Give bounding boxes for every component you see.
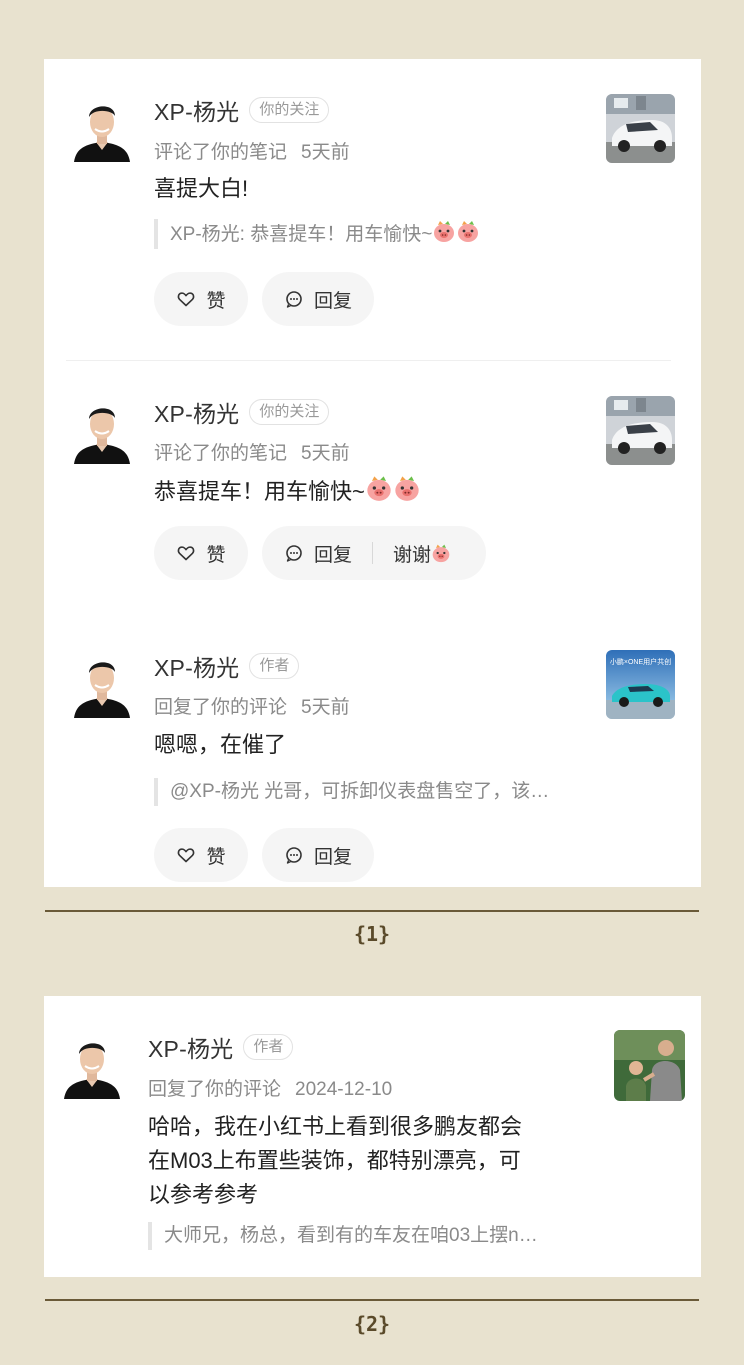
comment-line: 以参考参考 — [148, 1182, 259, 1207]
timestamp: 2024-12-10 — [295, 1079, 393, 1100]
pig-face-emoji-icon — [431, 543, 451, 563]
user-name[interactable]: XP-杨光 — [148, 1030, 233, 1064]
reply-label: 回复 — [314, 544, 353, 566]
like-label: 赞 — [206, 290, 226, 312]
like-label: 赞 — [206, 846, 226, 868]
reply-label: 回复 — [313, 290, 352, 312]
pig-face-emoji-icon — [456, 219, 480, 243]
name-row: XP-杨光 作者 — [148, 1030, 294, 1064]
reply-button[interactable]: 回复 — [262, 828, 374, 882]
chat-bubble-icon — [284, 289, 304, 309]
comment-line: 哈哈，我在小红书上看到很多鹏友都会 — [148, 1114, 523, 1139]
comment-content: 恭喜提车！用车愉快~ — [154, 474, 421, 509]
thumbnail-caption: 小鹏×ONE用户共创 — [609, 659, 672, 666]
notification-item[interactable]: XP-杨光 你的关注 评论了你的笔记 5天前 喜提大白! XP-杨光: 恭喜提车！… — [44, 59, 701, 359]
note-thumbnail[interactable]: 小鹏×ONE用户共创 — [606, 650, 675, 719]
like-label: 赞 — [206, 544, 226, 566]
name-row: XP-杨光 作者 — [154, 649, 300, 683]
avatar[interactable] — [62, 1029, 122, 1099]
action-text: 评论了你的笔记 — [154, 142, 288, 163]
comment-line: 在M03上布置些装饰，都特别漂亮，可 — [148, 1148, 521, 1173]
note-thumbnail[interactable] — [606, 94, 675, 163]
note-thumbnail[interactable] — [614, 1030, 685, 1101]
name-row: XP-杨光 你的关注 — [154, 93, 330, 127]
timestamp: 5天前 — [301, 697, 350, 718]
white-car-thumbnail — [606, 94, 675, 163]
notification-item[interactable]: XP-杨光 作者 回复了你的评论 5天前 嗯嗯，在催了 @XP-杨光 光哥，可拆卸… — [44, 615, 701, 887]
notification-item[interactable]: XP-杨光 作者 回复了你的评论 2024-12-10 哈哈，我在小红书上看到很多… — [44, 996, 701, 1277]
chat-bubble-icon — [284, 543, 304, 563]
follow-tag: 你的关注 — [249, 97, 330, 123]
quote-text: XP-杨光: 恭喜提车！用车愉快~ — [170, 224, 433, 245]
comment-content: 哈哈，我在小红书上看到很多鹏友都会 在M03上布置些装饰，都特别漂亮，可 以参考… — [148, 1110, 588, 1212]
page-rule — [45, 910, 699, 912]
action-text: 评论了你的笔记 — [154, 443, 288, 464]
user-name[interactable]: XP-杨光 — [154, 395, 239, 429]
white-car-thumbnail — [606, 396, 675, 465]
action-text: 回复了你的评论 — [148, 1079, 282, 1100]
notification-meta: 评论了你的笔记 5天前 — [154, 137, 350, 164]
comment-content: 嗯嗯，在催了 — [154, 732, 287, 757]
notification-item[interactable]: XP-杨光 你的关注 评论了你的笔记 5天前 恭喜提车！用车愉快~ 赞 回复 谢谢 — [44, 361, 701, 611]
comment-text: 恭喜提车！用车愉快~ — [154, 479, 365, 504]
heart-outline-icon — [176, 845, 196, 865]
reply-button[interactable]: 回复 谢谢 — [262, 526, 486, 580]
pig-face-emoji-icon — [432, 219, 456, 243]
note-thumbnail[interactable] — [606, 396, 675, 465]
action-text: 回复了你的评论 — [154, 697, 288, 718]
page-label: {1} — [353, 922, 391, 946]
like-button[interactable]: 赞 — [154, 828, 248, 882]
avatar[interactable] — [72, 92, 132, 162]
timestamp: 5天前 — [301, 142, 350, 163]
notifications-panel-1: XP-杨光 你的关注 评论了你的笔记 5天前 喜提大白! XP-杨光: 恭喜提车！… — [44, 59, 701, 887]
notification-meta: 回复了你的评论 2024-12-10 — [148, 1074, 392, 1101]
like-button[interactable]: 赞 — [154, 526, 248, 580]
quoted-comment[interactable]: 大师兄，杨总，看到有的车友在咱03上摆n… — [148, 1222, 538, 1250]
page-rule — [45, 1299, 699, 1301]
heart-outline-icon — [176, 289, 196, 309]
like-button[interactable]: 赞 — [154, 272, 248, 326]
heart-outline-icon — [176, 543, 196, 563]
timestamp: 5天前 — [301, 443, 350, 464]
quoted-comment[interactable]: @XP-杨光 光哥，可拆卸仪表盘售空了，该… — [154, 778, 549, 806]
sent-reply-text: 谢谢 — [393, 544, 432, 566]
user-name[interactable]: XP-杨光 — [154, 93, 239, 127]
reply-label: 回复 — [313, 846, 352, 868]
pig-face-emoji-icon — [365, 474, 393, 502]
author-tag: 作者 — [249, 653, 300, 679]
family-photo-thumbnail — [614, 1030, 685, 1101]
notifications-panel-2: XP-杨光 作者 回复了你的评论 2024-12-10 哈哈，我在小红书上看到很多… — [44, 996, 701, 1277]
author-tag: 作者 — [243, 1034, 294, 1060]
pig-face-emoji-icon — [393, 474, 421, 502]
notification-meta: 回复了你的评论 5天前 — [154, 692, 350, 719]
notification-meta: 评论了你的笔记 5天前 — [154, 438, 350, 465]
follow-tag: 你的关注 — [249, 399, 330, 425]
name-row: XP-杨光 你的关注 — [154, 395, 330, 429]
reply-button[interactable]: 回复 — [262, 272, 374, 326]
avatar[interactable] — [72, 394, 132, 464]
comment-content: 喜提大白! — [154, 176, 249, 201]
chat-bubble-icon — [284, 845, 304, 865]
quoted-comment[interactable]: XP-杨光: 恭喜提车！用车愉快~ — [154, 219, 480, 249]
avatar[interactable] — [72, 648, 132, 718]
user-name[interactable]: XP-杨光 — [154, 649, 239, 683]
page-label: {2} — [353, 1312, 391, 1336]
button-separator — [372, 542, 374, 564]
